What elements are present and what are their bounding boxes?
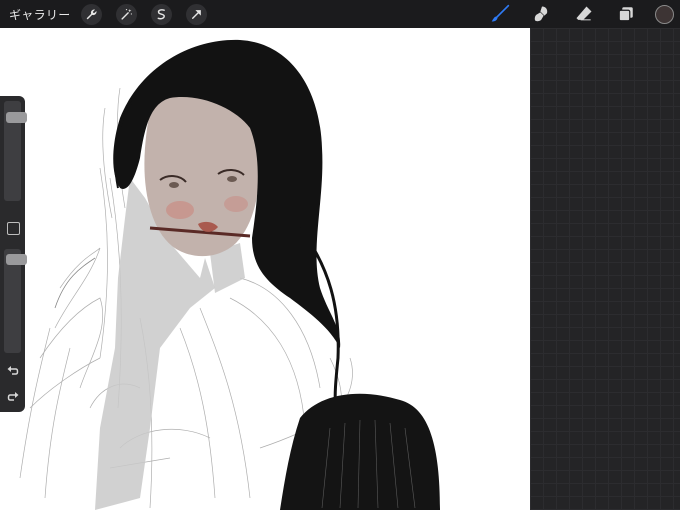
transform-arrow-icon [191, 9, 201, 19]
brush-opacity-slider[interactable] [4, 249, 27, 353]
color-picker-button[interactable] [655, 4, 674, 24]
eraser-button[interactable] [573, 3, 595, 25]
undo-button[interactable] [4, 364, 21, 378]
left-sidebar [0, 96, 27, 412]
redo-icon [7, 392, 18, 401]
smudge-button[interactable] [531, 3, 553, 25]
brush-icon [491, 4, 510, 22]
brush-size-slider[interactable] [4, 101, 27, 201]
undo-icon [7, 366, 18, 375]
smudge-icon [534, 6, 548, 22]
right-toolbar [489, 0, 680, 28]
adjustments-button[interactable] [115, 3, 137, 25]
drawing-canvas[interactable] [0, 28, 530, 510]
selection-icon [157, 8, 165, 19]
layers-icon [618, 7, 633, 22]
brush-button[interactable] [489, 3, 511, 25]
modify-button[interactable] [7, 222, 20, 235]
brush-opacity-thumb[interactable] [6, 254, 27, 265]
canvas-background [530, 28, 680, 510]
top-toolbar: ギャラリー [0, 0, 680, 28]
wrench-icon [86, 9, 97, 19]
redo-button[interactable] [4, 390, 21, 404]
brush-size-thumb[interactable] [6, 112, 27, 123]
artwork-illustration [19, 39, 440, 510]
actions-button[interactable] [80, 3, 102, 25]
layers-button[interactable] [615, 3, 637, 25]
gallery-button[interactable]: ギャラリー [9, 6, 71, 23]
magic-wand-icon [120, 8, 132, 20]
selection-button[interactable] [150, 3, 172, 25]
eraser-icon [576, 6, 592, 21]
transform-button[interactable] [185, 3, 207, 25]
